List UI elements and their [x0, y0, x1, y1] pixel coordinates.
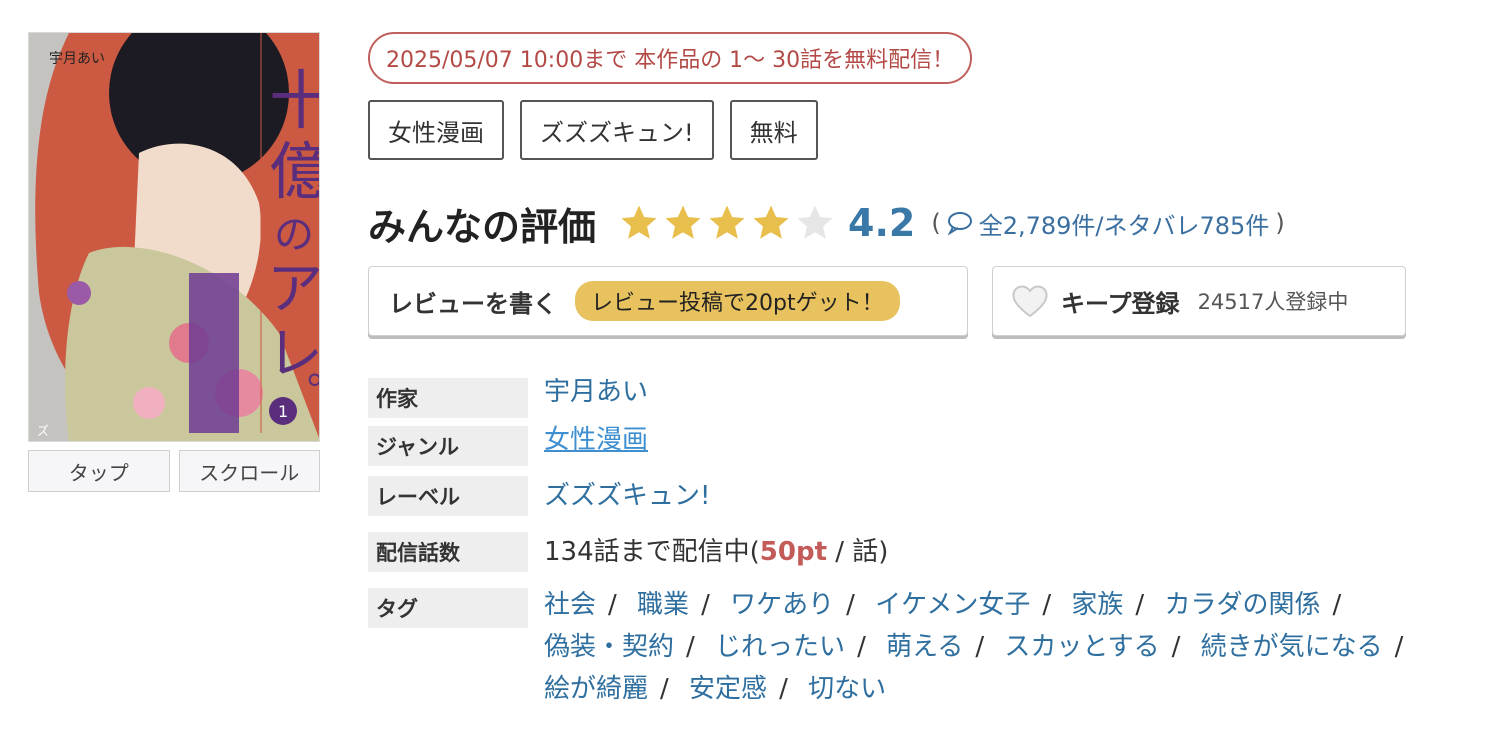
tap-view-button[interactable]: タップ [28, 450, 170, 492]
write-review-button[interactable]: レビューを書く レビュー投稿で20ptゲット！ [368, 266, 968, 336]
review-bonus-badge: レビュー投稿で20ptゲット！ [575, 281, 900, 321]
tag-link[interactable]: スカッとする [1004, 632, 1159, 662]
tag-link[interactable]: 家族 [1071, 590, 1123, 620]
tag-link[interactable]: 絵が綺麗 [544, 674, 648, 704]
tag-separator: / [779, 674, 788, 704]
keep-label: キープ登録 [1061, 289, 1180, 318]
info-row-author: 作家 宇月あい [368, 377, 1478, 426]
star-filled-icon [665, 205, 701, 239]
keep-button[interactable]: キープ登録 24517人登録中 [992, 266, 1406, 336]
tag-separator: / [701, 590, 710, 620]
cover-volume: 1 [278, 402, 288, 421]
rating-section: みんなの評価 4.2 ( 全2,789件/ネタバレ785件 ) [368, 188, 1285, 258]
keep-count: 24517人登録中 [1197, 290, 1349, 314]
tag-separator: / [975, 632, 985, 662]
write-review-label: レビューを書く [389, 289, 557, 318]
tag-link[interactable]: じれったい [715, 632, 845, 662]
cover-title-char: 十 [269, 65, 320, 139]
review-count-link[interactable]: ( 全2,789件/ネタバレ785件 ) [931, 206, 1284, 241]
cover-title-char: 。 [307, 347, 320, 393]
info-row-episodes: 配信話数 134話まで配信中(50pt / 話) [368, 532, 1478, 588]
close-paren: ) [1275, 209, 1285, 237]
cover-author: 宇月あい [49, 51, 105, 67]
action-buttons: レビューを書く レビュー投稿で20ptゲット！ キープ登録 24517人登録中 [368, 266, 1406, 336]
tag-link[interactable]: カラダの関係 [1164, 590, 1320, 620]
category-tag[interactable]: 無料 [729, 100, 818, 160]
rating-label: みんなの評価 [368, 204, 597, 249]
scroll-view-button[interactable]: スクロール [178, 450, 320, 492]
cover-title-char: 億 [269, 135, 320, 208]
speech-bubble-icon [947, 212, 972, 235]
cover-view-buttons: タップ スクロール [28, 450, 320, 492]
label-link[interactable]: ズズズキュン! [544, 476, 710, 516]
genre-link[interactable]: 女性漫画 [544, 420, 648, 460]
category-tags: 女性漫画 ズズズキュン! 無料 [368, 100, 818, 160]
episodes-suffix: / 話) [827, 537, 889, 567]
cover-title-char: ア [267, 257, 320, 322]
genre-label: ジャンル [368, 426, 528, 466]
category-tag[interactable]: ズズズキュン! [520, 100, 714, 160]
review-count-text: 全2,789件/ネタバレ785件 [978, 211, 1270, 240]
info-row-genre: ジャンル 女性漫画 [368, 425, 1478, 476]
tag-separator: / [1135, 590, 1145, 620]
cover-image[interactable]: 十 億 の ア レ 。 宇月あい 1 ズ [28, 32, 320, 442]
tag-separator: / [846, 590, 855, 620]
tag-separator: / [1171, 632, 1181, 662]
episodes-value: 134話まで配信中(50pt / 話) [544, 532, 888, 572]
category-tag[interactable]: 女性漫画 [368, 100, 504, 160]
tag-link[interactable]: 安定感 [689, 674, 767, 704]
open-paren: ( [931, 209, 941, 237]
free-notice-badge: 2025/05/07 10:00まで 本作品の 1〜 30話を無料配信！ [368, 32, 973, 84]
tag-link[interactable]: 切ない [808, 674, 886, 704]
tag-link[interactable]: 社会 [544, 590, 596, 620]
tag-link[interactable]: ワケあり [730, 590, 834, 620]
label-label: レーベル [368, 476, 528, 516]
info-row-tags: タグ 社会 / 職業 / ワケあり / イケメン女子 / 家族 / カラダの関係 / 偽装・… [368, 588, 1478, 710]
tags-label: タグ [368, 588, 528, 628]
author-link[interactable]: 宇月あい [544, 372, 648, 412]
tag-link[interactable]: イケメン女子 [875, 590, 1030, 620]
star-filled-icon [709, 205, 745, 239]
tag-separator: / [1394, 632, 1404, 662]
tag-separator: / [1332, 590, 1342, 620]
tag-list: 社会 / 職業 / ワケあり / イケメン女子 / 家族 / カラダの関係 / 偽装・契約 /… [544, 584, 1474, 710]
author-label: 作家 [368, 378, 528, 418]
episodes-label: 配信話数 [368, 532, 528, 572]
tag-separator: / [608, 590, 617, 620]
heart-icon [1012, 285, 1048, 318]
tag-link[interactable]: 職業 [637, 590, 689, 620]
tag-separator: / [1042, 590, 1052, 620]
info-row-label: レーベル ズズズキュン! [368, 476, 1478, 532]
tag-link[interactable]: 萌える [886, 632, 963, 662]
star-empty-icon [797, 205, 833, 239]
star-filled-icon [753, 205, 789, 239]
work-info-table: 作家 宇月あい ジャンル 女性漫画 レーベル ズズズキュン! 配信話数 134話… [368, 377, 1478, 710]
tag-link[interactable]: 続きが気になる [1201, 632, 1383, 662]
cover-title-char: の [274, 212, 314, 258]
tag-separator: / [660, 674, 669, 704]
tag-separator: / [857, 632, 866, 662]
cover-art: 十 億 の ア レ 。 宇月あい 1 ズ [29, 33, 320, 441]
episode-price: 50pt [759, 537, 828, 567]
star-filled-icon [621, 205, 657, 239]
tag-separator: / [686, 632, 695, 662]
publisher-logo: ズ [37, 423, 49, 438]
rating-stars [618, 202, 836, 244]
rating-score: 4.2 [848, 201, 916, 245]
episodes-prefix: 134話まで配信中( [544, 537, 760, 567]
tag-link[interactable]: 偽装・契約 [544, 632, 674, 662]
